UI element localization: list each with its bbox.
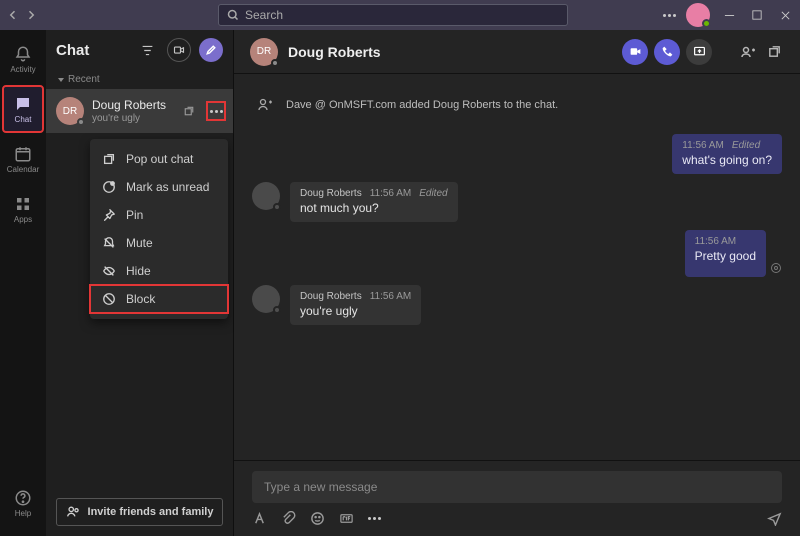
send-button[interactable] <box>767 511 782 526</box>
rail-apps[interactable]: Apps <box>3 186 43 232</box>
rail-help[interactable]: Help <box>3 480 43 526</box>
recent-section[interactable]: Recent <box>46 70 233 89</box>
invite-friends-button[interactable]: Invite friends and family <box>56 498 223 526</box>
chat-list-panel: Chat Recent DR Doug Roberts you're ugly <box>46 30 234 536</box>
rail-calendar[interactable]: Calendar <box>3 136 43 182</box>
menu-hide[interactable]: Hide <box>90 257 228 285</box>
messages-area: Dave @ OnMSFT.com added Doug Roberts to … <box>234 74 800 460</box>
rail-chat-label: Chat <box>15 115 32 124</box>
sender-avatar <box>252 285 280 313</box>
search-input[interactable]: Search <box>218 4 568 26</box>
read-receipt-icon <box>770 262 782 277</box>
presence-offline-icon <box>77 118 85 126</box>
sender-avatar <box>252 182 280 210</box>
audio-call-button[interactable] <box>654 39 680 65</box>
video-call-button[interactable] <box>622 39 648 65</box>
rail-apps-label: Apps <box>14 215 32 224</box>
menu-unread[interactable]: Mark as unread <box>90 173 228 201</box>
presence-offline-icon <box>271 59 279 67</box>
chat-header-avatar: DR <box>250 38 278 66</box>
maximize-button[interactable] <box>748 6 766 24</box>
chat-item-avatar: DR <box>56 97 84 125</box>
msg-in-1: Doug Roberts11:56 AMEdited not much you? <box>252 182 782 222</box>
rail-activity-label: Activity <box>10 65 35 74</box>
system-message-text: Dave @ OnMSFT.com added Doug Roberts to … <box>286 99 558 111</box>
back-button[interactable] <box>6 8 20 22</box>
message-placeholder: Type a new message <box>264 480 377 494</box>
system-message: Dave @ OnMSFT.com added Doug Roberts to … <box>254 94 782 116</box>
message-bubble[interactable]: 11:56 AMEdited what's going on? <box>672 134 782 174</box>
chat-item-name: Doug Roberts <box>92 98 171 112</box>
format-button[interactable] <box>252 511 267 526</box>
user-avatar[interactable] <box>686 3 710 27</box>
message-bubble[interactable]: 11:56 AM Pretty good <box>685 230 766 277</box>
compose-toolbar <box>252 511 782 526</box>
chat-main: DR Doug Roberts Dave @ OnMSFT.com added … <box>234 30 800 536</box>
title-bar: Search <box>0 0 800 30</box>
chat-item-more-button[interactable] <box>207 102 225 120</box>
msg-in-3: Doug Roberts11:56 AM you're ugly <box>252 285 782 325</box>
compose-area: Type a new message <box>234 460 800 536</box>
chat-header-name: Doug Roberts <box>288 44 381 60</box>
rail-help-label: Help <box>15 509 31 518</box>
meet-now-button[interactable] <box>167 38 191 62</box>
chat-list-title: Chat <box>56 42 127 59</box>
emoji-button[interactable] <box>310 511 325 526</box>
message-bubble[interactable]: Doug Roberts11:56 AMEdited not much you? <box>290 182 458 222</box>
person-add-icon <box>254 94 276 116</box>
filter-button[interactable] <box>135 38 159 62</box>
msg-out-0: 11:56 AMEdited what's going on? <box>252 134 782 174</box>
chat-list-item[interactable]: DR Doug Roberts you're ugly <box>46 89 233 133</box>
search-placeholder: Search <box>245 8 283 22</box>
rail-calendar-label: Calendar <box>7 165 39 174</box>
people-button[interactable] <box>738 42 758 62</box>
rail-activity[interactable]: Activity <box>3 36 43 82</box>
close-window-button[interactable] <box>776 6 794 24</box>
new-chat-button[interactable] <box>199 38 223 62</box>
message-bubble[interactable]: Doug Roberts11:56 AM you're ugly <box>290 285 421 325</box>
message-input[interactable]: Type a new message <box>252 471 782 503</box>
menu-pin[interactable]: Pin <box>90 201 228 229</box>
forward-button[interactable] <box>24 8 38 22</box>
msg-out-2: 11:56 AM Pretty good <box>252 230 782 277</box>
popout-chat-button[interactable] <box>764 42 784 62</box>
minimize-button[interactable] <box>720 6 738 24</box>
more-menu-button[interactable] <box>663 14 676 17</box>
rail-chat[interactable]: Chat <box>3 86 43 132</box>
menu-block[interactable]: Block <box>90 285 228 313</box>
menu-mute[interactable]: Mute <box>90 229 228 257</box>
chat-header: DR Doug Roberts <box>234 30 800 74</box>
screen-share-button[interactable] <box>686 39 712 65</box>
chevron-down-icon <box>58 78 64 82</box>
menu-popout[interactable]: Pop out chat <box>90 145 228 173</box>
compose-more-button[interactable] <box>368 517 381 520</box>
chat-item-preview: you're ugly <box>92 113 171 124</box>
popout-icon[interactable] <box>179 101 199 121</box>
recent-section-label: Recent <box>68 74 100 85</box>
app-rail: Activity Chat Calendar Apps Help <box>0 30 46 536</box>
presence-available-icon <box>702 19 711 28</box>
gif-button[interactable] <box>339 511 354 526</box>
context-menu: Pop out chat Mark as unread Pin Mute Hid… <box>90 139 228 319</box>
attach-button[interactable] <box>281 511 296 526</box>
